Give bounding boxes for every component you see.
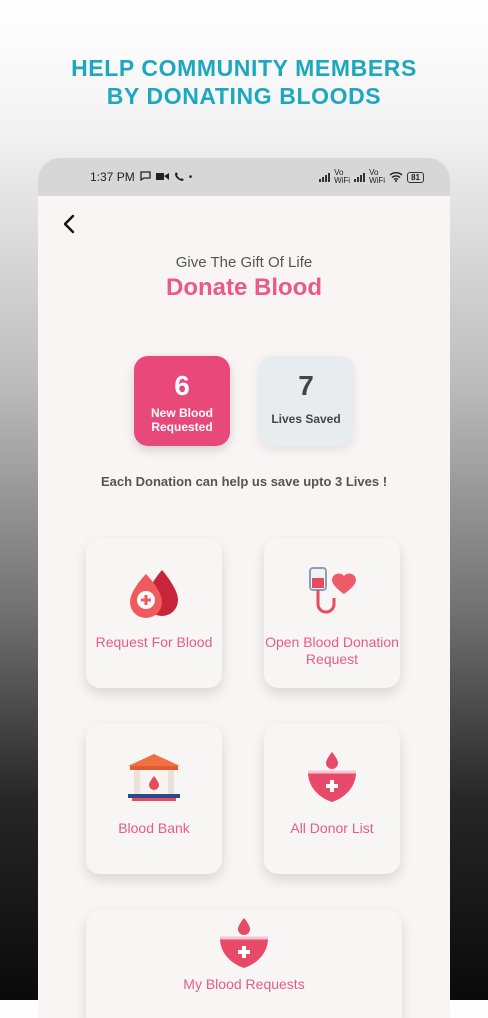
- blood-bank-label: Blood Bank: [118, 820, 190, 836]
- page-title: Donate Blood: [166, 274, 322, 301]
- lives-saved-label: Lives Saved: [271, 412, 341, 426]
- new-requests-stat[interactable]: 6 New Blood Requested: [134, 356, 230, 446]
- video-icon: [155, 170, 169, 184]
- heart-drop-icon: [264, 750, 400, 806]
- phone-screen: 1:37 PM • Vo WiFi Vo WiFi 81 Give The Gi…: [38, 158, 450, 1018]
- heart-drop-icon: [86, 916, 402, 972]
- all-donor-list-label: All Donor List: [290, 820, 374, 836]
- blood-bank-card[interactable]: Blood Bank: [86, 724, 222, 874]
- status-left: 1:37 PM •: [90, 170, 192, 184]
- open-donation-request-card[interactable]: Open Blood Donation Request: [264, 538, 400, 688]
- lives-saved-count: 7: [298, 370, 314, 401]
- donation-note: Each Donation can help us save upto 3 Li…: [100, 474, 388, 489]
- status-time: 1:37 PM: [90, 170, 135, 184]
- wifi-calling-label-2: Vo WiFi: [369, 168, 386, 185]
- status-bar: 1:37 PM • Vo WiFi Vo WiFi 81: [38, 158, 450, 196]
- blood-bank-building-icon: [86, 750, 222, 806]
- headline-line-2: BY DONATING BLOODS: [106, 83, 382, 109]
- my-blood-requests-card[interactable]: My Blood Requests: [86, 910, 402, 1018]
- signal-icon: [319, 172, 331, 182]
- signal-icon-2: [354, 172, 366, 182]
- headline-line-1: HELP COMMUNITY MEMBERS: [71, 55, 417, 81]
- request-for-blood-label: Request For Blood: [95, 634, 213, 650]
- my-blood-requests-label: My Blood Requests: [183, 976, 305, 992]
- back-arrow-icon[interactable]: [56, 210, 84, 238]
- message-icon: [140, 170, 151, 184]
- blood-drop-icon: [86, 564, 222, 620]
- headline: HELP COMMUNITY MEMBERS BY DONATING BLOOD…: [0, 54, 488, 110]
- wifi-calling-label-1: Vo WiFi: [334, 168, 351, 185]
- open-donation-request-label: Open Blood Donation Request: [265, 634, 399, 667]
- call-icon: [174, 170, 184, 184]
- new-requests-label: New Blood Requested: [151, 406, 213, 434]
- page-subtitle: Give The Gift Of Life: [175, 254, 313, 271]
- wifi-icon: [389, 171, 403, 184]
- battery-icon: 81: [407, 171, 424, 183]
- status-right: Vo WiFi Vo WiFi 81: [319, 169, 424, 185]
- all-donor-list-card[interactable]: All Donor List: [264, 724, 400, 874]
- new-requests-count: 6: [174, 370, 190, 401]
- blood-bag-heart-icon: [264, 564, 400, 620]
- request-for-blood-card[interactable]: Request For Blood: [86, 538, 222, 688]
- lives-saved-stat[interactable]: 7 Lives Saved: [258, 356, 354, 446]
- dot-icon: •: [188, 171, 193, 183]
